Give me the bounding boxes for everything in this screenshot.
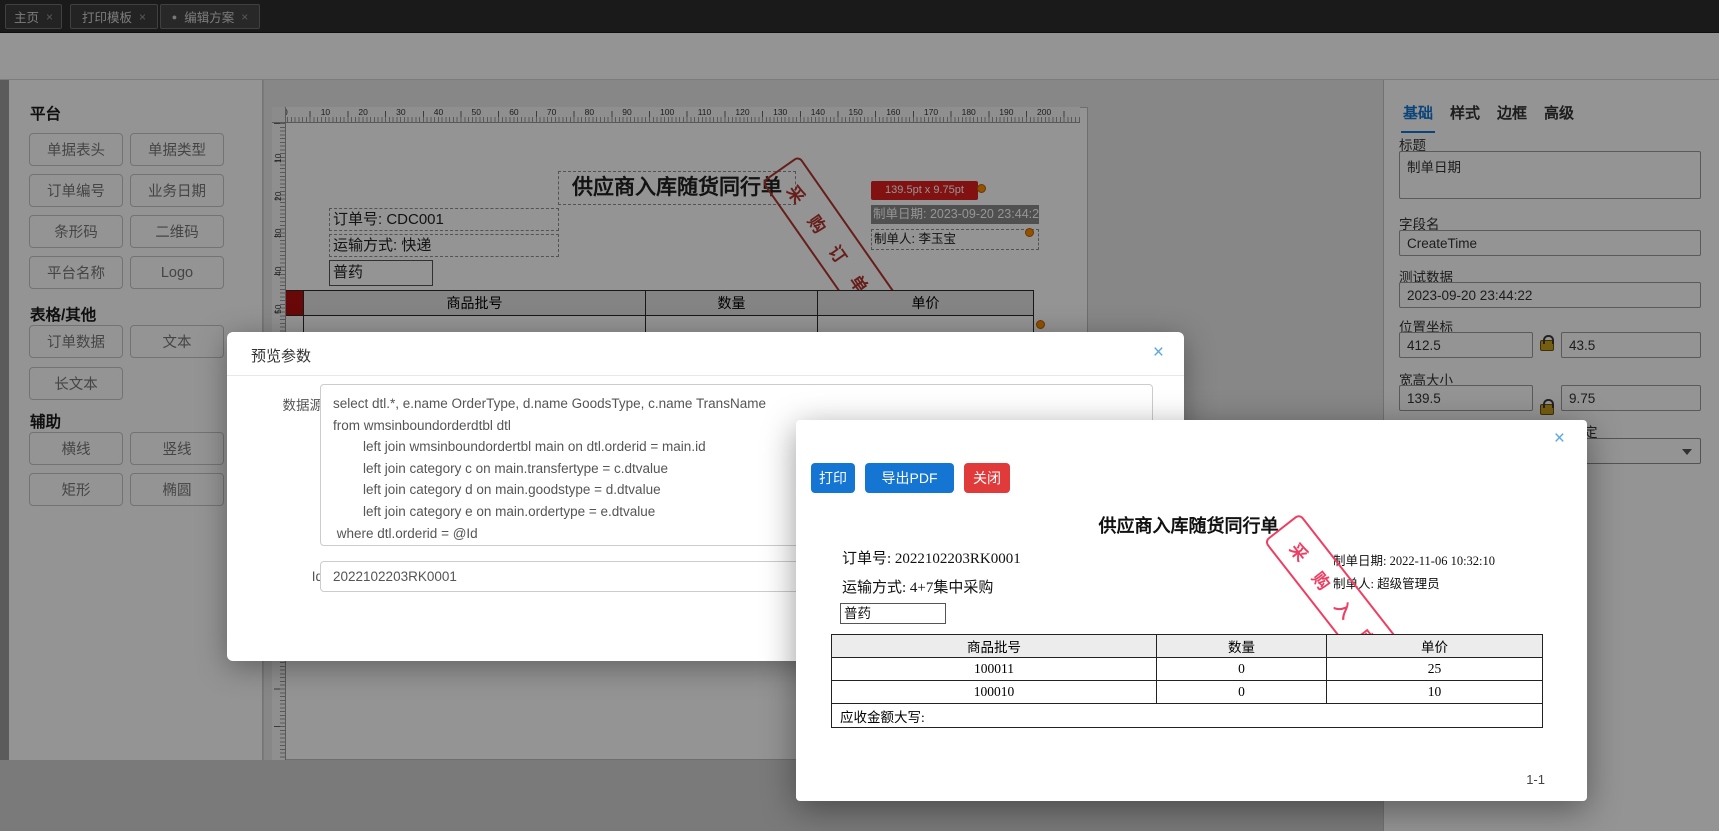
print-button[interactable]: 打印 [811,463,855,493]
cell-qty: 0 [1157,658,1327,681]
dialog-header: 预览参数 × [227,332,1184,376]
preview-transport: 运输方式: 4+7集中采购 [842,580,994,596]
stamp-char: 入 [1330,597,1357,623]
cell-qty: 0 [1157,681,1327,704]
col-header-batch: 商品批号 [832,635,1157,658]
col-header-price: 单价 [1327,635,1542,658]
datasource-label: 数据源 [282,398,324,413]
table-footer-row: 应收金额大写: [832,704,1542,727]
preview-goods-type: 普药 [840,603,946,624]
col-header-qty: 数量 [1157,635,1327,658]
print-preview-dialog: × 打印 导出PDF 关闭 供应商入库随货同行单 订单号: 2022102203… [796,420,1587,801]
stamp-char: 采 [1285,539,1312,565]
table-footer-label: 应收金额大写: [840,709,925,725]
dialog-title: 预览参数 [251,348,312,365]
preview-data-table: 商品批号 数量 单价 100011 0 25 100010 0 10 应收金额大… [831,634,1543,728]
id-label: Id [311,569,323,584]
cell-batch: 100011 [832,658,1157,681]
close-button[interactable]: 关闭 [964,463,1010,493]
export-pdf-button[interactable]: 导出PDF [865,463,954,493]
page-number: 1-1 [1526,772,1545,787]
preview-order-no: 订单号: 2022102203RK0001 [842,551,1021,567]
close-icon[interactable]: × [1554,428,1565,450]
preview-doc-title: 供应商入库随货同行单 [1098,516,1279,536]
close-icon[interactable]: × [1153,342,1164,364]
stamp-char: 购 [1308,568,1334,594]
table-row: 100010 0 10 [832,681,1542,704]
cell-price: 25 [1327,658,1542,681]
preview-create-date: 制单日期: 2022-11-06 10:32:10 [1333,554,1496,568]
cell-batch: 100010 [832,681,1157,704]
table-row: 100011 0 25 [832,658,1542,681]
table-header-row: 商品批号 数量 单价 [832,635,1542,658]
cell-price: 10 [1327,681,1542,704]
